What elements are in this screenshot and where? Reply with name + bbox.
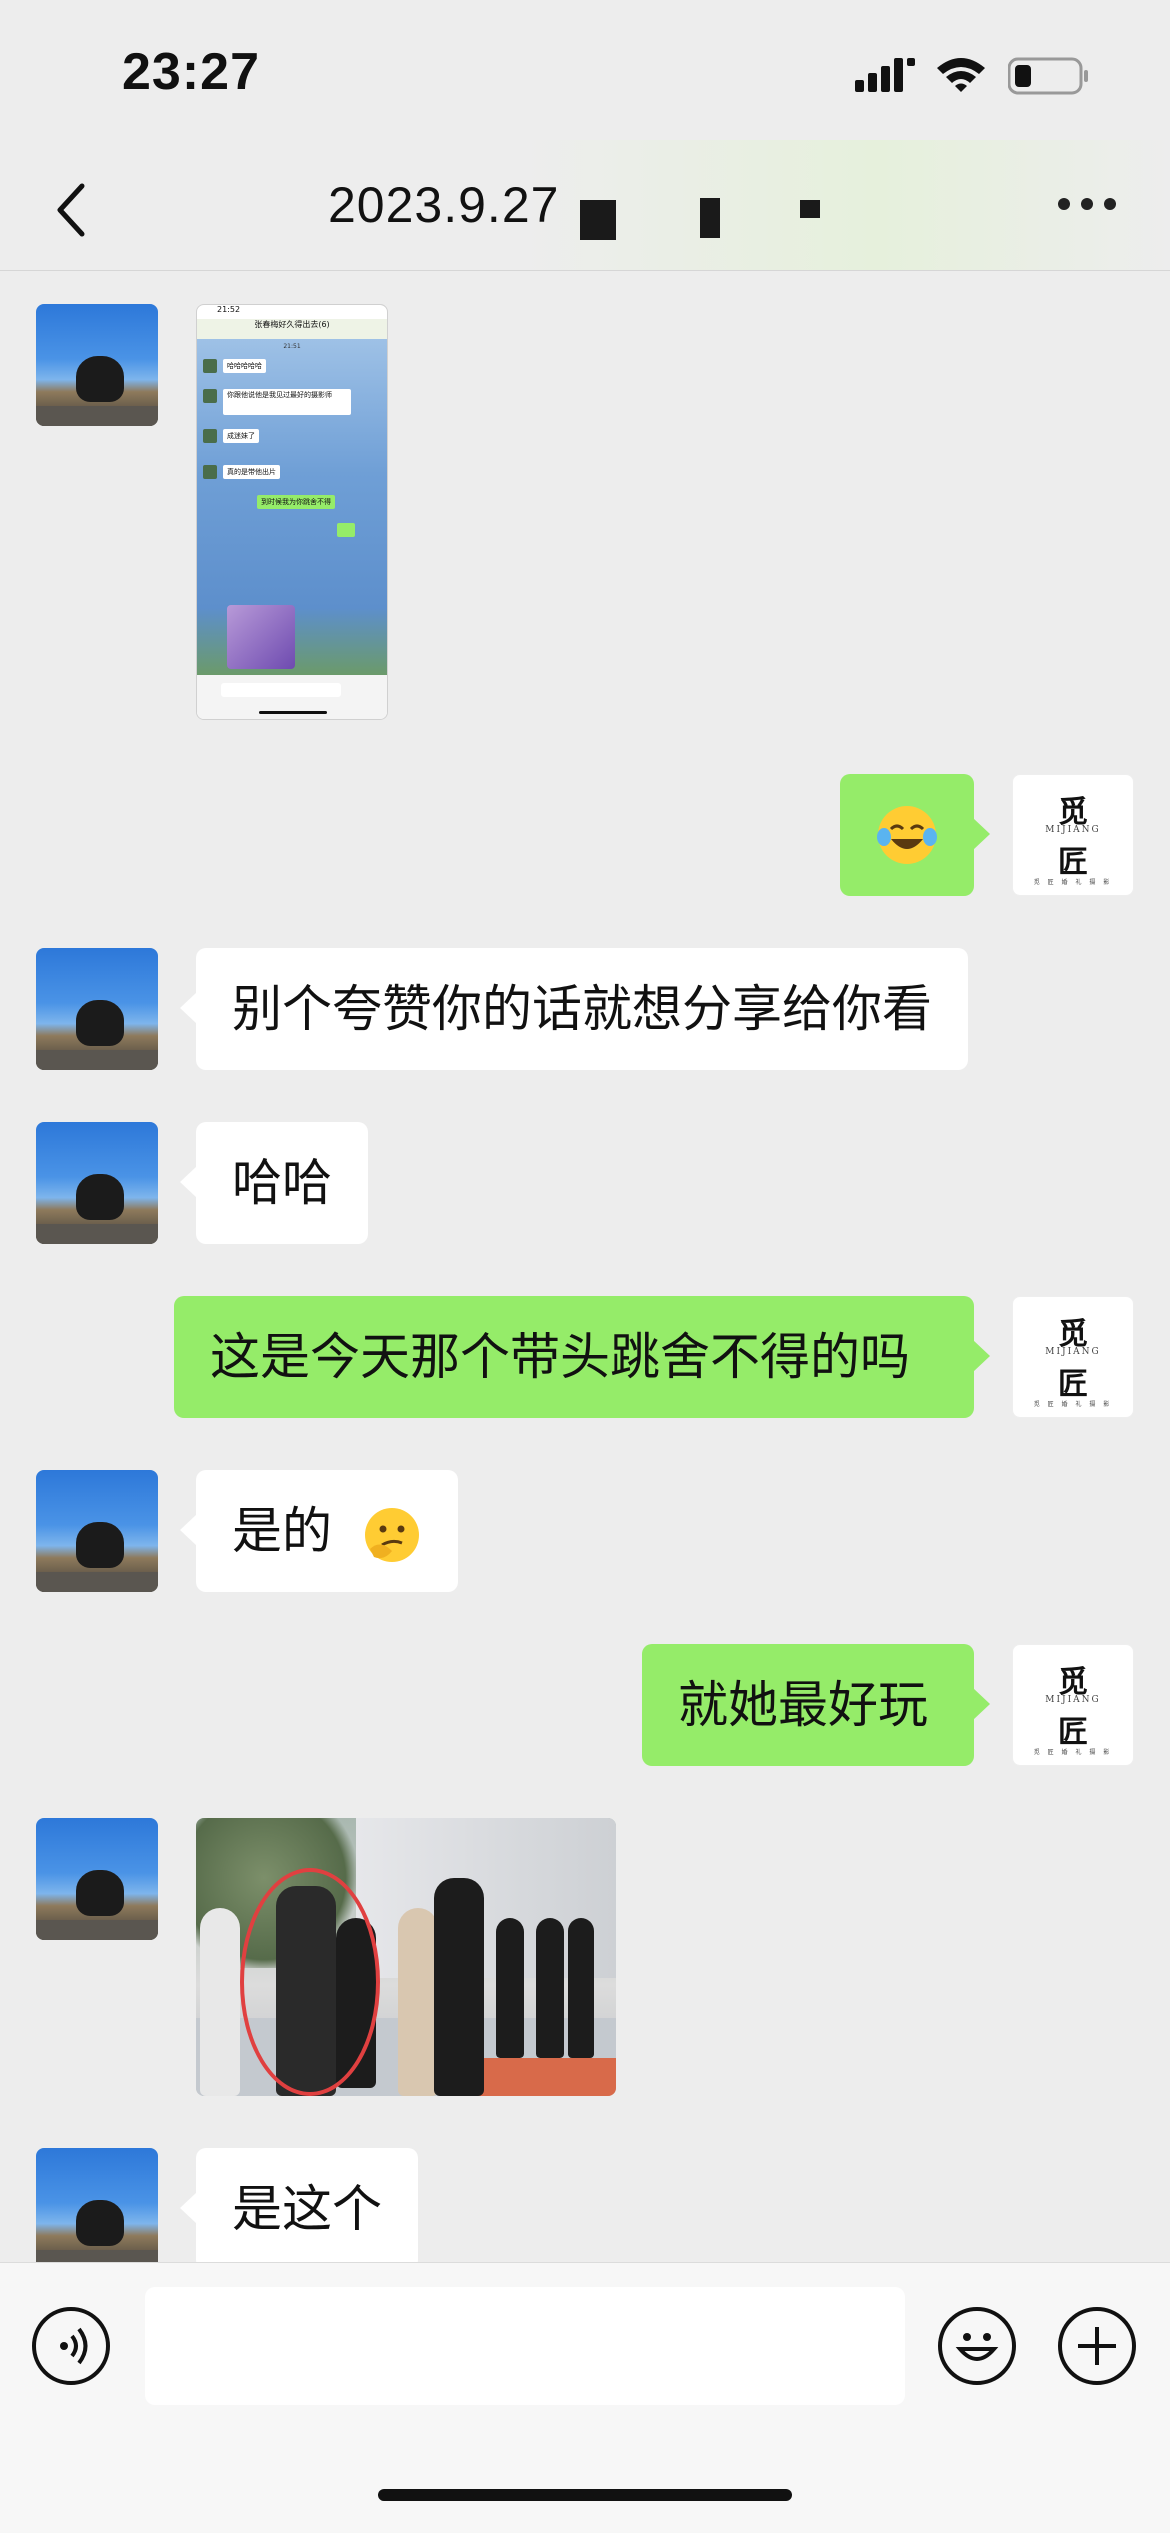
shared-screenshot-image[interactable]: 21:52 张春梅好久得出去(6) 21:51 哈哈哈哈哈 你跟他说他是我见过最…: [196, 304, 388, 720]
chat-title: 2023.9.27: [328, 177, 560, 233]
message-bubble-text[interactable]: 别个夸赞你的话就想分享给你看: [180, 948, 968, 1070]
contact-avatar[interactable]: [36, 304, 158, 426]
avatar-logo-char: 匠: [1058, 1715, 1088, 1750]
plus-icon[interactable]: [1058, 2307, 1136, 2385]
avatar-logo-subtext: 觅 匠 婚 礼 摄 影: [1033, 879, 1113, 886]
thumbnail-msg: 哈哈哈哈哈: [223, 359, 266, 373]
back-chevron-icon[interactable]: [44, 180, 104, 240]
contact-avatar[interactable]: [36, 1122, 158, 1244]
redaction-mark: [800, 200, 820, 218]
avatar-logo-subtext: 觅 匠 婚 礼 摄 影: [1033, 1749, 1113, 1756]
thumbnail-stamp: 21:51: [283, 343, 301, 350]
thumbnail-emoji: [337, 523, 355, 537]
message-bubble-emoji[interactable]: [840, 774, 990, 896]
thumbnail-msg-green: 到时候我为你跳舍不得: [257, 495, 335, 509]
status-time: 23:27: [122, 43, 260, 101]
avatar-logo-text: MIJIANG: [1045, 1695, 1101, 1705]
redaction-mark: [580, 200, 616, 240]
redaction-mark: [700, 198, 720, 238]
emoji-icon[interactable]: [938, 2307, 1016, 2385]
message-bubble-text[interactable]: 哈哈: [180, 1122, 368, 1244]
status-bar: 23:27: [0, 0, 1170, 140]
avatar-logo-subtext: 觅 匠 婚 礼 摄 影: [1033, 1401, 1113, 1408]
avatar-logo-text: MIJIANG: [1045, 825, 1101, 835]
thumbnail-sticker: [227, 605, 295, 669]
thumbnail-status-time: 21:52: [217, 305, 241, 314]
thumbnail-msg: 真的是带他出片: [223, 465, 280, 479]
contact-avatar[interactable]: [36, 1470, 158, 1592]
voice-icon[interactable]: [32, 2307, 110, 2385]
wifi-icon: [937, 58, 985, 92]
shared-wedding-photo[interactable]: [196, 1818, 616, 2096]
my-avatar[interactable]: 觅 MIJIANG 匠 觅 匠 婚 礼 摄 影: [1012, 1644, 1134, 1766]
more-options-icon[interactable]: [1052, 198, 1122, 218]
thinking-face-emoji-icon: [364, 1507, 419, 1562]
avatar-logo-char: 匠: [1058, 1367, 1088, 1402]
message-bubble-text[interactable]: 就她最好玩: [642, 1644, 990, 1766]
my-avatar[interactable]: 觅 MIJIANG 匠 觅 匠 婚 礼 摄 影: [1012, 774, 1134, 896]
message-text: 是的: [232, 1502, 332, 1560]
battery-icon: [1008, 57, 1088, 95]
message-bubble-text[interactable]: 是这个: [180, 2148, 418, 2270]
thumbnail-msg: 成迷妹了: [223, 429, 259, 443]
cellular-signal-icon: [855, 58, 915, 92]
tears-of-joy-emoji-icon: [877, 806, 937, 864]
message-input[interactable]: [145, 2287, 905, 2405]
highlight-circle: [240, 1868, 380, 2096]
message-bubble-text[interactable]: 是的: [180, 1470, 458, 1592]
message-bubble-text[interactable]: 这是今天那个带头跳舍不得的吗: [174, 1296, 990, 1418]
contact-avatar[interactable]: [36, 2148, 158, 2270]
thumbnail-header: 张春梅好久得出去(6): [197, 319, 387, 339]
my-avatar[interactable]: 觅 MIJIANG 匠 觅 匠 婚 礼 摄 影: [1012, 1296, 1134, 1418]
input-bar: [0, 2262, 1170, 2533]
thumbnail-msg: 你跟他说他是我见过最好的摄影师: [223, 389, 351, 415]
avatar-logo-text: MIJIANG: [1045, 1347, 1101, 1357]
avatar-logo-char: 匠: [1058, 845, 1088, 880]
home-indicator: [378, 2489, 792, 2501]
contact-avatar[interactable]: [36, 1818, 158, 1940]
contact-avatar[interactable]: [36, 948, 158, 1070]
chat-header: 2023.9.27: [0, 140, 1170, 271]
